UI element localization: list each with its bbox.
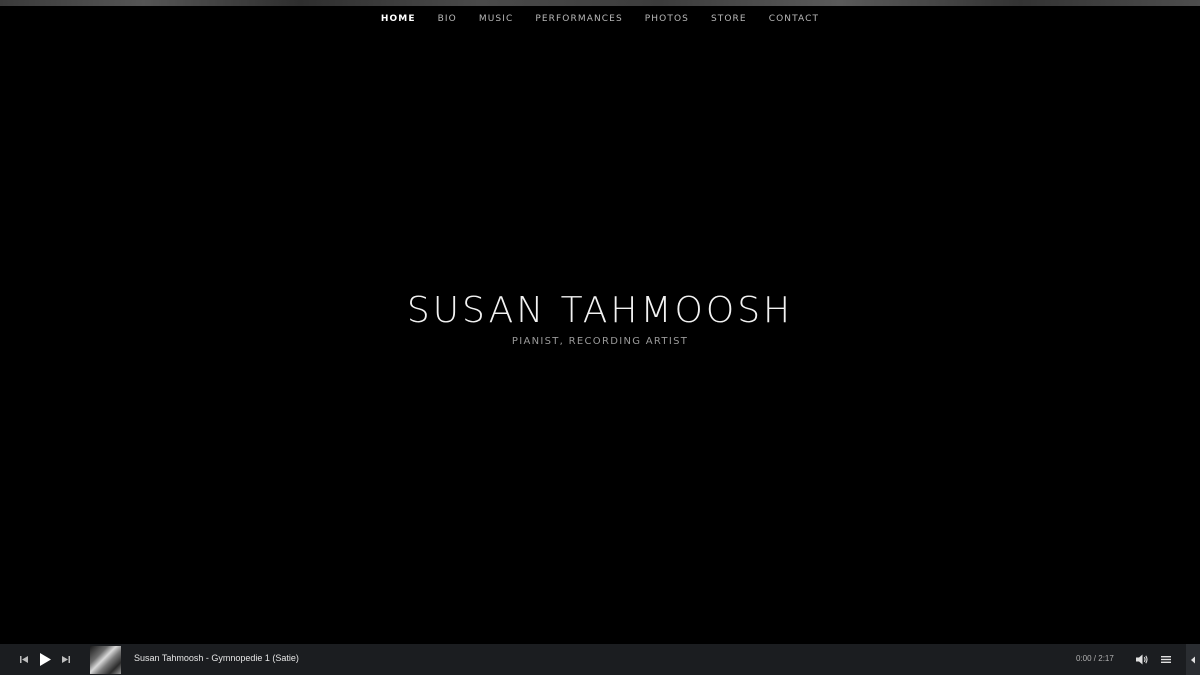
nav-item-home[interactable]: HOME bbox=[381, 14, 416, 24]
collapse-icon[interactable] bbox=[1186, 644, 1200, 675]
nav-item-music[interactable]: MUSIC bbox=[479, 14, 514, 24]
nav-item-contact[interactable]: CONTACT bbox=[769, 14, 819, 24]
site-title: SUSAN TAHMOOSH bbox=[406, 290, 794, 331]
site-subtitle: PIANIST, RECORDING ARTIST bbox=[511, 336, 689, 347]
play-icon[interactable] bbox=[38, 652, 52, 667]
track-time: 0:00 / 2:17 bbox=[1076, 654, 1114, 663]
nav-item-photos[interactable]: PHOTOS bbox=[645, 14, 689, 24]
audio-player-bar: Susan Tahmoosh - Gymnopedie 1 (Satie) 0:… bbox=[0, 644, 1200, 675]
nav-item-bio[interactable]: BIO bbox=[438, 14, 457, 24]
main-nav: HOME BIO MUSIC PERFORMANCES PHOTOS STORE… bbox=[0, 6, 1200, 32]
playlist-icon[interactable] bbox=[1160, 654, 1172, 665]
album-art-thumbnail bbox=[90, 646, 121, 674]
track-title: Susan Tahmoosh - Gymnopedie 1 (Satie) bbox=[134, 653, 299, 663]
nav-item-performances[interactable]: PERFORMANCES bbox=[535, 14, 622, 24]
next-icon[interactable] bbox=[60, 654, 72, 665]
prev-icon[interactable] bbox=[18, 654, 30, 665]
volume-icon[interactable] bbox=[1135, 653, 1149, 666]
nav-item-store[interactable]: STORE bbox=[711, 14, 747, 24]
hero-section: SUSAN TAHMOOSH PIANIST, RECORDING ARTIST bbox=[0, 288, 1200, 347]
